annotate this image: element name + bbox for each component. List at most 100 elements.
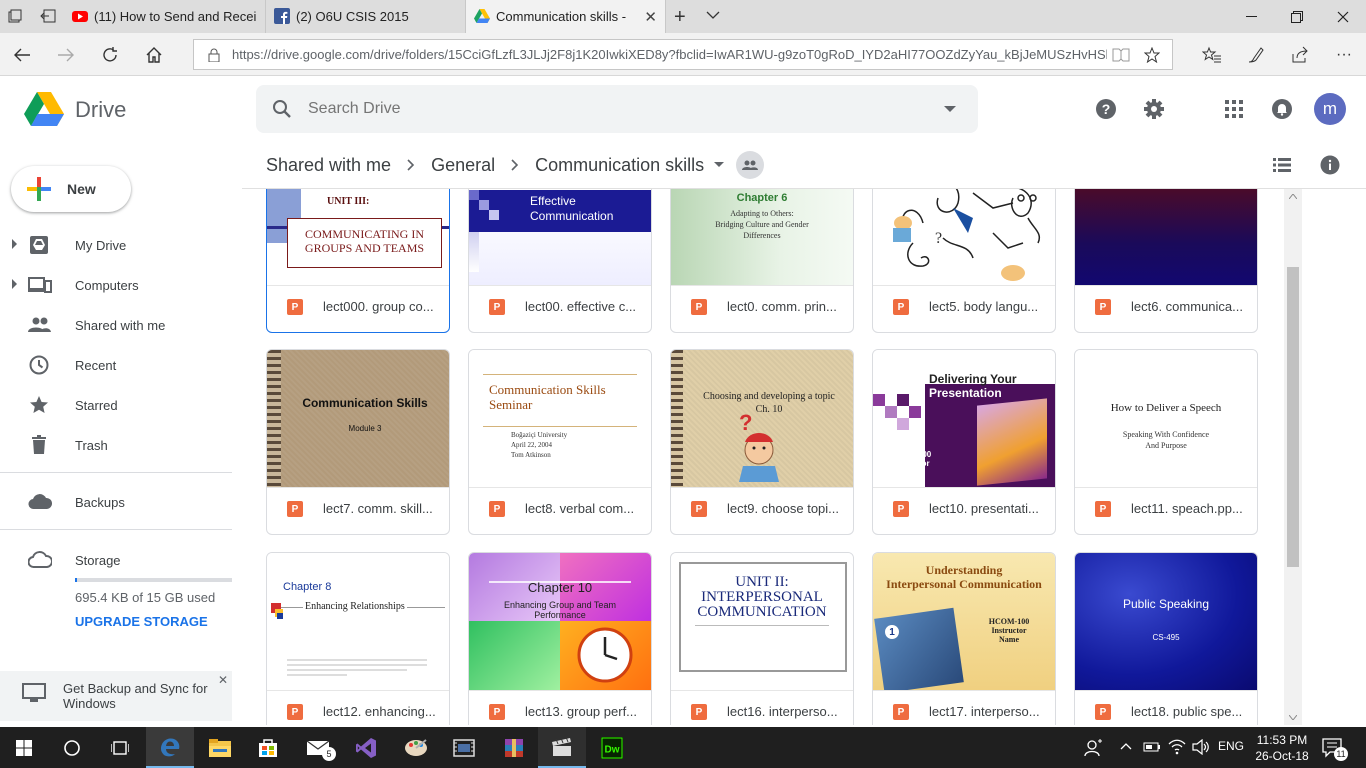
cortana-search-icon[interactable] (48, 727, 96, 768)
folder-menu-dropdown-icon[interactable] (714, 162, 725, 168)
video-editor-icon[interactable] (538, 727, 586, 768)
file-card[interactable]: Understanding Interpersonal Communicatio… (872, 552, 1056, 725)
share-icon[interactable] (1286, 41, 1314, 69)
system-clock[interactable]: 11:53 PM 26-Oct-18 (1254, 732, 1310, 764)
browser-tab-youtube[interactable]: (11) How to Send and Recei (64, 0, 266, 33)
microsoft-store-icon[interactable] (244, 727, 292, 768)
web-note-icon[interactable] (1242, 41, 1270, 69)
movie-maker-icon[interactable] (440, 727, 488, 768)
file-name: lect10. presentati... (929, 501, 1039, 516)
search-icon[interactable] (272, 99, 292, 119)
sidebar-item-label: Backups (75, 495, 125, 510)
paint-palette-icon[interactable] (392, 727, 440, 768)
file-explorer-icon[interactable] (196, 727, 244, 768)
sidebar-item-trash[interactable]: Trash (0, 428, 242, 462)
storage-usage-bar (75, 578, 232, 582)
scroll-up-icon[interactable] (1289, 194, 1297, 199)
minimize-window-icon[interactable] (1228, 0, 1274, 33)
back-icon[interactable] (8, 41, 36, 69)
file-card[interactable]: Plect6. communica... (1074, 189, 1258, 333)
scroll-down-icon[interactable] (1289, 715, 1297, 720)
notifications-bell-icon[interactable] (1266, 93, 1298, 125)
people-icon[interactable] (1084, 739, 1102, 757)
dreamweaver-icon[interactable]: Dw (588, 727, 636, 768)
close-window-icon[interactable] (1320, 0, 1366, 33)
search-bar[interactable] (256, 85, 978, 133)
list-view-icon[interactable] (1266, 149, 1298, 181)
home-icon[interactable] (140, 41, 168, 69)
wifi-icon[interactable] (1168, 739, 1186, 755)
language-indicator[interactable]: ENG (1218, 739, 1244, 753)
file-card[interactable]: UNIT II: INTERPERSONAL COMMUNICATION Ple… (670, 552, 854, 725)
address-field[interactable]: https://drive.google.com/drive/folders/1… (193, 39, 1173, 70)
windows-start-icon[interactable] (0, 727, 48, 768)
breadcrumb-shared-with-me[interactable]: Shared with me (266, 155, 391, 176)
browser-tab-drive[interactable]: Communication skills - ✕ (466, 0, 666, 33)
file-card[interactable]: Public Speaking CS-495 Plect18. public s… (1074, 552, 1258, 725)
scrollbar-thumb[interactable] (1287, 267, 1299, 567)
powerpoint-icon: P (893, 704, 909, 720)
sidebar-item-my-drive[interactable]: My Drive (0, 228, 242, 262)
breadcrumb-general[interactable]: General (431, 155, 495, 176)
restore-window-icon[interactable] (1274, 0, 1320, 33)
task-view-icon[interactable] (96, 727, 144, 768)
winrar-icon[interactable] (490, 727, 538, 768)
sidebar-item-starred[interactable]: Starred (0, 388, 242, 422)
close-banner-icon[interactable]: ✕ (218, 673, 228, 687)
info-icon[interactable] (1314, 149, 1346, 181)
mail-icon[interactable]: 5 (294, 727, 342, 768)
new-button[interactable]: New (11, 166, 131, 212)
file-card[interactable]: UNIT III: COMMUNICATING IN GROUPS AND TE… (266, 189, 450, 333)
file-card[interactable]: Choosing and developing a topic Ch. 10 ?… (670, 349, 854, 535)
refresh-icon[interactable] (96, 41, 124, 69)
my-drive-icon (28, 235, 50, 255)
vertical-scrollbar[interactable] (1284, 189, 1302, 725)
expand-arrow-icon[interactable] (12, 239, 17, 249)
browser-tab-facebook[interactable]: (2) O6U CSIS 2015 (266, 0, 466, 33)
file-card[interactable]: Communication Skills Seminar Boğaziçi Un… (468, 349, 652, 535)
action-center-icon[interactable]: 11 (1322, 738, 1348, 761)
search-options-dropdown-icon[interactable] (944, 106, 956, 113)
file-card[interactable]: ? Plect5. body langu... (872, 189, 1056, 333)
reading-view-icon[interactable] (1112, 48, 1130, 62)
sidebar-item-recent[interactable]: Recent (0, 348, 242, 382)
favorite-star-icon[interactable] (1144, 47, 1160, 63)
file-name: lect17. interperso... (929, 704, 1040, 719)
tab-list-chevron-icon[interactable] (706, 10, 720, 20)
sidebar-item-backups[interactable]: Backups (0, 485, 242, 519)
expand-arrow-icon[interactable] (12, 279, 17, 289)
sidebar-item-storage[interactable]: Storage (0, 543, 242, 577)
file-card[interactable]: Chapter 10 Enhancing Group and Team Perf… (468, 552, 652, 725)
new-tab-icon[interactable]: + (674, 6, 686, 29)
file-card[interactable]: Chapter 6 Adapting to Others: Bridging C… (670, 189, 854, 333)
file-card[interactable]: Communication Skills Module 3 Plect7. co… (266, 349, 450, 535)
breadcrumb-current-folder[interactable]: Communication skills (535, 155, 704, 176)
battery-icon[interactable] (1143, 740, 1161, 754)
visual-studio-icon[interactable] (342, 727, 390, 768)
help-icon[interactable]: ? (1090, 93, 1122, 125)
backup-sync-banner[interactable]: Get Backup and Sync for Windows ✕ (0, 671, 232, 721)
apps-grid-icon[interactable] (1218, 93, 1250, 125)
thumb-text: COMMUNICATING IN (305, 227, 424, 241)
tab-actions-icon[interactable] (8, 9, 22, 23)
edge-browser-taskbar-icon[interactable] (146, 727, 194, 768)
file-card[interactable]: Effective Communication Plect00. effecti… (468, 189, 652, 333)
show-hidden-icons-chevron-icon[interactable] (1120, 742, 1132, 750)
drive-logo[interactable]: Drive (24, 91, 144, 127)
forward-icon[interactable] (52, 41, 80, 69)
file-card[interactable]: Delivering Your Presentation HCOM-100 In… (872, 349, 1056, 535)
file-card[interactable]: Chapter 8 Enhancing Relationships Plect1… (266, 552, 450, 725)
shared-folder-people-icon[interactable] (736, 151, 765, 179)
close-tab-icon[interactable]: ✕ (644, 8, 657, 26)
set-tabs-aside-icon[interactable] (40, 9, 56, 23)
account-avatar[interactable]: m (1314, 93, 1346, 125)
sidebar-item-computers[interactable]: Computers (0, 268, 242, 302)
upgrade-storage-link[interactable]: UPGRADE STORAGE (75, 614, 208, 629)
settings-gear-icon[interactable] (1138, 93, 1170, 125)
more-menu-icon[interactable]: ··· (1330, 41, 1358, 69)
volume-icon[interactable] (1192, 739, 1210, 755)
search-input[interactable] (308, 95, 908, 123)
sidebar-item-shared-with-me[interactable]: Shared with me (0, 308, 242, 342)
favorites-icon[interactable] (1198, 41, 1226, 69)
file-card[interactable]: How to Deliver a Speech Speaking With Co… (1074, 349, 1258, 535)
